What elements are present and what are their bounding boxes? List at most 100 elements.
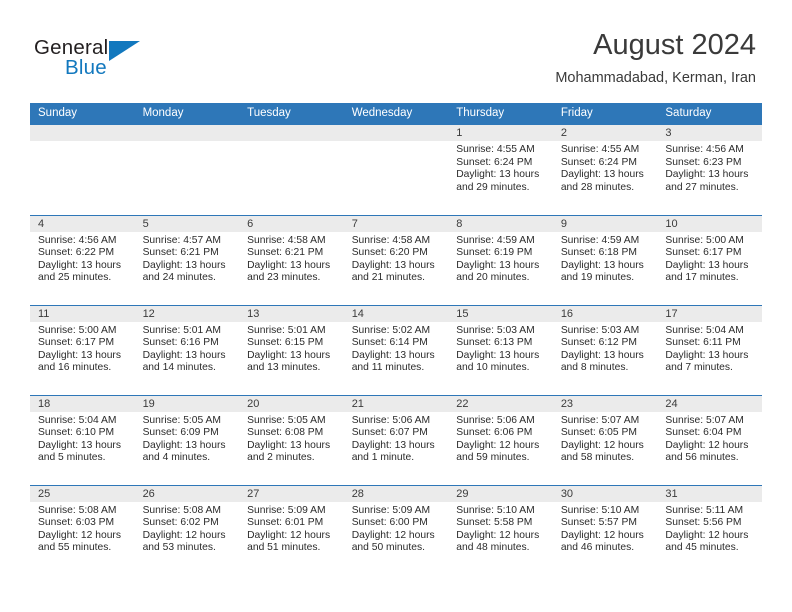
calendar-day-cell[interactable]: 23 Sunrise: 5:07 AM Sunset: 6:05 PM Dayligh… bbox=[552, 394, 658, 485]
daylight-text-line1: Daylight: 12 hours bbox=[560, 529, 644, 541]
sunrise-text: Sunrise: 5:06 AM bbox=[351, 414, 431, 426]
calendar-cell-empty bbox=[134, 125, 240, 215]
calendar-day-cell[interactable]: 10 Sunrise: 5:00 AM Sunset: 6:17 PM Dayligh… bbox=[657, 214, 762, 305]
day-details: Sunrise: 4:59 AM Sunset: 6:18 PM Daylight:… bbox=[553, 232, 658, 285]
daylight-text-line2: and 59 minutes. bbox=[456, 452, 530, 464]
daylight-text-line2: and 7 minutes. bbox=[665, 362, 733, 374]
daylight-text-line1: Daylight: 13 hours bbox=[142, 349, 226, 361]
calendar-day-cell[interactable]: 13 Sunrise: 5:01 AM Sunset: 6:15 PM Dayligh… bbox=[239, 304, 344, 395]
calendar-day-cell[interactable]: 4 Sunrise: 4:56 AM Sunset: 6:22 PM Daylight… bbox=[30, 214, 135, 305]
calendar-day-cell[interactable]: 17 Sunrise: 5:04 AM Sunset: 6:11 PM Dayligh… bbox=[657, 304, 762, 395]
daylight-text-line2: and 16 minutes. bbox=[38, 362, 112, 374]
day-details: Sunrise: 5:03 AM Sunset: 6:12 PM Daylight:… bbox=[553, 322, 658, 375]
calendar-day-cell[interactable]: 18 Sunrise: 5:04 AM Sunset: 6:10 PM Dayligh… bbox=[30, 394, 135, 485]
calendar-day-cell[interactable]: 7 Sunrise: 4:58 AM Sunset: 6:20 PM Daylight… bbox=[343, 214, 449, 305]
sunset-text: Sunset: 6:07 PM bbox=[351, 427, 428, 439]
generalblue-logo[interactable]: General Blue bbox=[34, 36, 214, 86]
calendar-day-cell[interactable]: 11 Sunrise: 5:00 AM Sunset: 6:17 PM Dayligh… bbox=[30, 304, 135, 395]
day-details: Sunrise: 5:07 AM Sunset: 6:05 PM Daylight:… bbox=[553, 412, 658, 465]
calendar-week-row: 1 Sunrise: 4:55 AM Sunset: 6:24 PM Daylight… bbox=[30, 125, 762, 215]
calendar-day-cell[interactable]: 22 Sunrise: 5:06 AM Sunset: 6:06 PM Dayligh… bbox=[448, 394, 553, 485]
sunrise-text: Sunrise: 4:55 AM bbox=[456, 144, 535, 155]
title-block: August 2024 Mohammadabad, Kerman, Iran bbox=[555, 27, 756, 87]
day-number: 21 bbox=[343, 395, 449, 412]
calendar-day-cell[interactable]: 6 Sunrise: 4:58 AM Sunset: 6:21 PM Daylight… bbox=[239, 214, 344, 305]
daylight-text-line2: and 56 minutes. bbox=[665, 452, 739, 464]
day-details: Sunrise: 4:57 AM Sunset: 6:21 PM Daylight:… bbox=[135, 232, 240, 285]
daylight-text-line2: and 4 minutes. bbox=[142, 452, 211, 464]
calendar-day-cell[interactable]: 24 Sunrise: 5:07 AM Sunset: 6:04 PM Dayligh… bbox=[657, 394, 762, 485]
sunset-text: Sunset: 6:00 PM bbox=[351, 517, 428, 529]
calendar-day-cell[interactable]: 27 Sunrise: 5:09 AM Sunset: 6:01 PM Dayligh… bbox=[239, 484, 344, 575]
daylight-text-line1: Daylight: 13 hours bbox=[38, 259, 121, 271]
calendar-week-row: 11 Sunrise: 5:00 AM Sunset: 6:17 PM Dayligh… bbox=[30, 304, 762, 395]
daylight-text-line1: Daylight: 12 hours bbox=[665, 439, 749, 451]
day-details: Sunrise: 5:00 AM Sunset: 6:17 PM Daylight:… bbox=[30, 322, 135, 375]
weekday-header-sunday: Sunday bbox=[30, 103, 135, 125]
calendar-day-cell[interactable]: 5 Sunrise: 4:57 AM Sunset: 6:21 PM Daylight… bbox=[134, 214, 240, 305]
day-number: 7 bbox=[343, 215, 449, 232]
day-details: Sunrise: 5:07 AM Sunset: 6:04 PM Daylight:… bbox=[657, 412, 762, 465]
day-details: Sunrise: 5:04 AM Sunset: 6:11 PM Daylight:… bbox=[657, 322, 762, 375]
day-number: 22 bbox=[448, 395, 553, 412]
day-number: 29 bbox=[448, 485, 553, 502]
calendar-day-cell[interactable]: 2 Sunrise: 4:55 AM Sunset: 6:24 PM Daylight… bbox=[552, 125, 658, 215]
sunrise-text: Sunrise: 4:56 AM bbox=[665, 144, 744, 155]
calendar-day-cell[interactable]: 28 Sunrise: 5:09 AM Sunset: 6:00 PM Dayligh… bbox=[343, 484, 449, 575]
calendar-day-cell[interactable]: 12 Sunrise: 5:01 AM Sunset: 6:16 PM Dayligh… bbox=[134, 304, 240, 395]
day-details: Sunrise: 5:09 AM Sunset: 6:00 PM Daylight:… bbox=[344, 502, 449, 555]
sunrise-text: Sunrise: 4:59 AM bbox=[560, 234, 640, 246]
calendar-day-cell[interactable]: 8 Sunrise: 4:59 AM Sunset: 6:19 PM Daylight… bbox=[448, 214, 553, 305]
sunrise-text: Sunrise: 5:04 AM bbox=[665, 324, 744, 336]
day-number: 6 bbox=[239, 215, 344, 232]
day-number bbox=[30, 125, 135, 141]
daylight-text-line2: and 24 minutes. bbox=[142, 272, 216, 284]
day-number: 9 bbox=[552, 215, 658, 232]
sunset-text: Sunset: 6:21 PM bbox=[142, 247, 219, 259]
sunset-text: Sunset: 5:57 PM bbox=[560, 517, 637, 529]
daylight-text-line2: and 51 minutes. bbox=[247, 542, 321, 554]
calendar-day-cell[interactable]: 29 Sunrise: 5:10 AM Sunset: 5:58 PM Dayligh… bbox=[448, 484, 553, 575]
day-number: 2 bbox=[552, 125, 658, 141]
calendar-day-cell[interactable]: 3 Sunrise: 4:56 AM Sunset: 6:23 PM Daylight… bbox=[657, 125, 762, 215]
daylight-text-line1: Daylight: 13 hours bbox=[351, 439, 435, 451]
daylight-text-line1: Daylight: 13 hours bbox=[560, 259, 644, 271]
sunrise-text: Sunrise: 5:03 AM bbox=[456, 324, 535, 336]
calendar-day-cell[interactable]: 30 Sunrise: 5:10 AM Sunset: 5:57 PM Dayligh… bbox=[552, 484, 658, 575]
sunset-text: Sunset: 6:06 PM bbox=[456, 427, 533, 439]
sunrise-text: Sunrise: 5:11 AM bbox=[665, 504, 744, 516]
calendar-day-cell[interactable]: 14 Sunrise: 5:02 AM Sunset: 6:14 PM Dayligh… bbox=[343, 304, 449, 395]
calendar-day-cell[interactable]: 31 Sunrise: 5:11 AM Sunset: 5:56 PM Dayligh… bbox=[657, 484, 762, 575]
calendar-day-cell[interactable]: 19 Sunrise: 5:05 AM Sunset: 6:09 PM Dayligh… bbox=[134, 394, 240, 485]
day-details: Sunrise: 5:06 AM Sunset: 6:07 PM Daylight:… bbox=[344, 412, 449, 465]
sunset-text: Sunset: 6:16 PM bbox=[142, 337, 219, 349]
daylight-text-line1: Daylight: 12 hours bbox=[247, 529, 331, 541]
calendar-day-cell[interactable]: 21 Sunrise: 5:06 AM Sunset: 6:07 PM Dayligh… bbox=[343, 394, 449, 485]
calendar-day-cell[interactable]: 9 Sunrise: 4:59 AM Sunset: 6:18 PM Daylight… bbox=[552, 214, 658, 305]
daylight-text-line2: and 21 minutes. bbox=[351, 272, 425, 284]
calendar-day-cell[interactable]: 26 Sunrise: 5:08 AM Sunset: 6:02 PM Dayligh… bbox=[134, 484, 240, 575]
calendar-day-cell[interactable]: 1 Sunrise: 4:55 AM Sunset: 6:24 PM Daylight… bbox=[448, 125, 553, 215]
sunset-text: Sunset: 6:01 PM bbox=[247, 517, 324, 529]
daylight-text-line1: Daylight: 13 hours bbox=[247, 439, 331, 451]
weekday-header-wednesday: Wednesday bbox=[343, 103, 449, 125]
day-number: 30 bbox=[552, 485, 658, 502]
sunrise-text: Sunrise: 5:00 AM bbox=[665, 234, 744, 246]
sunset-text: Sunset: 6:19 PM bbox=[456, 247, 533, 259]
page-header: General Blue August 2024 Mohammadabad, K… bbox=[0, 0, 792, 103]
sunrise-text: Sunrise: 5:10 AM bbox=[456, 504, 535, 516]
sunrise-text: Sunrise: 5:01 AM bbox=[142, 324, 221, 336]
day-number: 31 bbox=[657, 485, 762, 502]
sunrise-text: Sunrise: 5:10 AM bbox=[560, 504, 640, 516]
daylight-text-line1: Daylight: 13 hours bbox=[665, 169, 749, 181]
daylight-text-line2: and 55 minutes. bbox=[38, 542, 112, 554]
daylight-text-line2: and 11 minutes. bbox=[351, 362, 425, 374]
calendar-day-cell[interactable]: 25 Sunrise: 5:08 AM Sunset: 6:03 PM Dayligh… bbox=[30, 484, 135, 575]
calendar-day-cell[interactable]: 16 Sunrise: 5:03 AM Sunset: 6:12 PM Dayligh… bbox=[552, 304, 658, 395]
day-details: Sunrise: 5:01 AM Sunset: 6:16 PM Daylight:… bbox=[135, 322, 240, 375]
calendar-day-cell[interactable]: 20 Sunrise: 5:05 AM Sunset: 6:08 PM Dayligh… bbox=[239, 394, 344, 485]
daylight-text-line2: and 2 minutes. bbox=[247, 452, 315, 464]
calendar-day-cell[interactable]: 15 Sunrise: 5:03 AM Sunset: 6:13 PM Dayligh… bbox=[448, 304, 553, 395]
day-number: 3 bbox=[657, 125, 762, 141]
sunset-text: Sunset: 6:08 PM bbox=[247, 427, 324, 439]
